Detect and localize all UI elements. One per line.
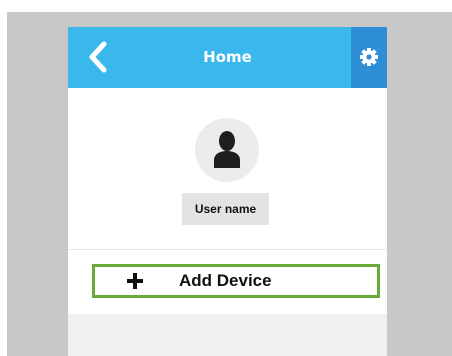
add-device-label: Add Device <box>179 271 272 290</box>
plus-icon <box>127 273 143 289</box>
gear-icon <box>360 48 378 66</box>
profile-section: User name <box>68 88 387 249</box>
chevron-left-icon <box>89 41 107 73</box>
settings-button[interactable] <box>351 27 387 88</box>
avatar[interactable] <box>195 118 259 182</box>
app-screen: Home User name Add Device <box>68 27 387 356</box>
user-silhouette-icon <box>214 131 240 168</box>
back-button[interactable] <box>84 40 114 74</box>
add-device-section: Add Device <box>68 250 387 314</box>
page-title: Home <box>203 48 252 66</box>
top-bar: Home <box>68 27 387 88</box>
add-device-button[interactable]: Add Device <box>92 264 380 298</box>
username-label: User name <box>182 193 269 225</box>
